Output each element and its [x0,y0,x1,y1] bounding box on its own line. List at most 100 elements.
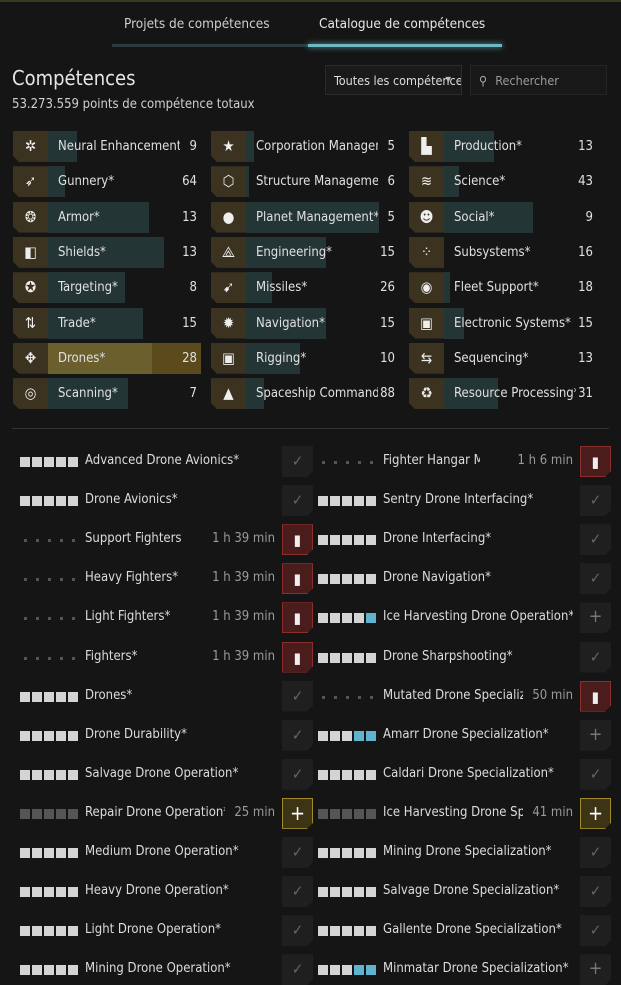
category-missiles[interactable]: ➹ Missiles* 26 [211,272,399,304]
check-button[interactable]: ✓ [580,563,611,594]
check-button[interactable]: ✓ [580,524,611,555]
level-square [366,926,376,937]
skill-level-indicator [318,730,376,741]
skill-row[interactable]: Mutated Drone Specialization* 50 min ▮ [318,681,613,712]
skill-row[interactable]: Medium Drone Operation* ✓ [20,837,315,868]
category-resource-processing[interactable]: ♻ Resource Processing* 31 [409,378,597,410]
category-trade[interactable]: ⇅ Trade* 15 [13,307,201,339]
skill-row[interactable]: Support Fighters* 1 h 39 min ▮ [20,524,315,555]
skill-row[interactable]: Heavy Drone Operation* ✓ [20,876,315,907]
skill-row[interactable]: Drone Sharpshooting* ✓ [318,642,613,673]
category-count: 10 [380,350,395,366]
check-button[interactable]: ✓ [580,837,611,868]
category-armor[interactable]: ❂ Armor* 13 [13,201,201,233]
category-science[interactable]: ≋ Science* 43 [409,166,597,198]
category-navigation[interactable]: ✹ Navigation* 15 [211,307,399,339]
check-button[interactable]: ✓ [282,954,313,985]
check-button[interactable]: ✓ [282,720,313,751]
inject-button[interactable]: ▮ [580,681,611,712]
skill-row[interactable]: Repair Drone Operation* 25 min + [20,798,315,829]
level-square [330,613,340,624]
category-social[interactable]: ☻ Social* 9 [409,201,597,233]
check-button[interactable]: ✓ [282,485,313,516]
skill-row[interactable]: Drones* ✓ [20,681,315,712]
skill-row[interactable]: Advanced Drone Avionics* ✓ [20,446,315,477]
category-sequencing[interactable]: ⇆ Sequencing* 13 [409,343,597,374]
skill-row[interactable]: Drone Navigation* ✓ [318,563,613,594]
level-square [56,848,66,858]
skill-row[interactable]: Heavy Fighters* 1 h 39 min ▮ [20,563,315,594]
inject-button[interactable]: ▮ [282,563,313,594]
check-button[interactable]: ✓ [580,485,611,516]
level-square [20,848,30,858]
skill-row[interactable]: Minmatar Drone Specialization* + [318,954,613,985]
skill-row[interactable]: Sentry Drone Interfacing* ✓ [318,485,613,516]
check-button[interactable]: ✓ [282,681,313,712]
level-square [32,613,42,623]
dna-icon: ≋ [409,166,444,197]
skill-row[interactable]: Salvage Drone Specialization* ✓ [318,876,613,907]
category-name: Fleet Support* [454,280,539,296]
check-button[interactable]: ✓ [580,915,611,946]
check-button[interactable]: ✓ [282,446,313,477]
add-button[interactable]: + [580,602,611,633]
chip-icon: ▣ [409,308,444,339]
category-count: 43 [578,174,593,190]
skill-row[interactable]: Drone Interfacing* ✓ [318,524,613,555]
category-corporation-management[interactable]: ★ Corporation Management* 5 [211,131,399,162]
check-button[interactable]: ✓ [580,759,611,790]
tab-skill-catalog[interactable]: Catalogue de compétences [319,16,485,32]
check-button[interactable]: ✓ [580,876,611,907]
inject-button[interactable]: ▮ [282,642,313,673]
category-fleet-support[interactable]: ◉ Fleet Support* 18 [409,272,597,304]
check-button[interactable]: ✓ [580,642,611,673]
skill-row[interactable]: Light Fighters* 1 h 39 min ▮ [20,602,315,633]
inject-button[interactable]: ▮ [282,602,313,633]
category-production[interactable]: ▙ Production* 13 [409,131,597,162]
category-name: Electronic Systems* [454,315,571,331]
category-name: Gunnery* [58,174,115,190]
category-drones[interactable]: ✥ Drones* 28 [13,342,201,374]
skill-row[interactable]: Fighter Hangar Management* 1 h 6 min ▮ [318,446,613,477]
inject-button[interactable]: ▮ [580,446,611,477]
check-button[interactable]: ✓ [282,837,313,868]
check-button[interactable]: ✓ [282,915,313,946]
skill-level-indicator [20,965,78,976]
check-button[interactable]: ✓ [282,759,313,790]
skill-row[interactable]: Amarr Drone Specialization* + [318,720,613,751]
level-square [366,808,376,819]
category-targeting[interactable]: ✪ Targeting* 8 [13,272,201,304]
skill-row[interactable]: Caldari Drone Specialization* ✓ [318,759,613,790]
skill-row[interactable]: Drone Avionics* ✓ [20,485,315,516]
category-scanning[interactable]: ◎ Scanning* 7 [13,378,201,410]
category-shields[interactable]: ◧ Shields* 13 [13,236,201,268]
category-engineering[interactable]: ⟁ Engineering* 15 [211,236,399,268]
category-structure-management[interactable]: ⬡ Structure Management* 6 [211,166,399,198]
skill-row[interactable]: Gallente Drone Specialization* ✓ [318,915,613,946]
category-rigging[interactable]: ▣ Rigging* 10 [211,342,399,374]
skill-row[interactable]: Light Drone Operation* ✓ [20,915,315,946]
skill-row[interactable]: Fighters* 1 h 39 min ▮ [20,642,315,673]
search-input[interactable]: ⚲ Rechercher [470,65,607,95]
skill-row[interactable]: Mining Drone Operation* ✓ [20,954,315,985]
add-button[interactable]: + [580,720,611,751]
train-button[interactable]: + [580,798,611,829]
train-button[interactable]: + [282,798,313,829]
category-subsystems[interactable]: ⁘ Subsystems* 16 [409,237,597,268]
skill-row[interactable]: Drone Durability* ✓ [20,720,315,751]
check-icon: ✓ [589,569,602,588]
category-planet-management[interactable]: ● Planet Management* 5 [211,201,399,233]
check-button[interactable]: ✓ [282,876,313,907]
category-electronic-systems[interactable]: ▣ Electronic Systems* 15 [409,307,597,339]
category-neural-enhancement[interactable]: ✲ Neural Enhancement* 9 [13,131,201,162]
category-gunnery[interactable]: ➶ Gunnery* 64 [13,166,201,198]
inject-button[interactable]: ▮ [282,524,313,555]
skill-row[interactable]: Salvage Drone Operation* ✓ [20,759,315,790]
add-button[interactable]: + [580,954,611,985]
skill-filter-dropdown[interactable]: Toutes les compétences ▼ [325,65,462,95]
tab-skill-plans[interactable]: Projets de compétences [124,16,270,32]
skill-row[interactable]: Ice Harvesting Drone Specialization* 41 m… [318,798,613,829]
skill-row[interactable]: Mining Drone Specialization* ✓ [318,837,613,868]
category-spaceship-command[interactable]: ▲ Spaceship Command* 88 [211,378,399,410]
skill-row[interactable]: Ice Harvesting Drone Operation* + [318,602,613,633]
